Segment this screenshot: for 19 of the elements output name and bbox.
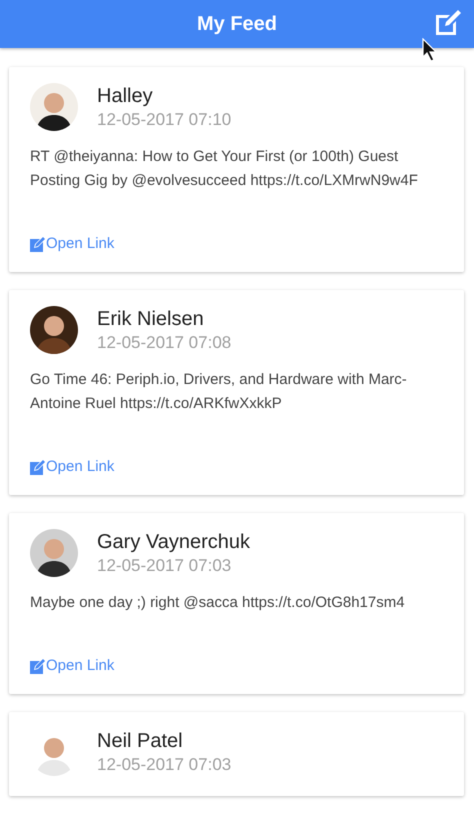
post-time: 12-05-2017 07:10 <box>97 109 232 131</box>
post-time: 12-05-2017 07:03 <box>97 754 232 776</box>
open-link[interactable]: Open Link <box>30 458 114 476</box>
author-name: Erik Nielsen <box>97 307 205 332</box>
author-name: Neil Patel <box>97 729 184 754</box>
post-text: Maybe one day ;) right @sacca https://t.co/OtG8h17sm4 <box>30 593 406 613</box>
edit-icon <box>30 236 45 252</box>
post-text: RT @theiyanna: How to Get Your First (or 100th) Guest Posting Gig by @evolvesucceed https://t.co/LXMrwN9w4F <box>30 147 419 191</box>
open-link[interactable]: Open Link <box>30 657 114 675</box>
header-title: My Feed <box>196 12 278 36</box>
edit-icon <box>30 658 45 674</box>
post-text: Go Time 46: Periph.io, Drivers, and Hardware with Marc-Antoine Ruel https://t.co/ARKfwXxkkP <box>30 370 408 414</box>
post-time: 12-05-2017 07:03 <box>97 555 232 577</box>
post-time: 12-05-2017 07:08 <box>97 332 232 354</box>
edit-icon <box>434 9 462 37</box>
edit-icon <box>30 460 45 474</box>
author-name: Gary Vaynerchuk <box>97 530 250 555</box>
author-name: Halley <box>97 84 154 109</box>
open-link[interactable]: Open Link <box>30 235 114 253</box>
